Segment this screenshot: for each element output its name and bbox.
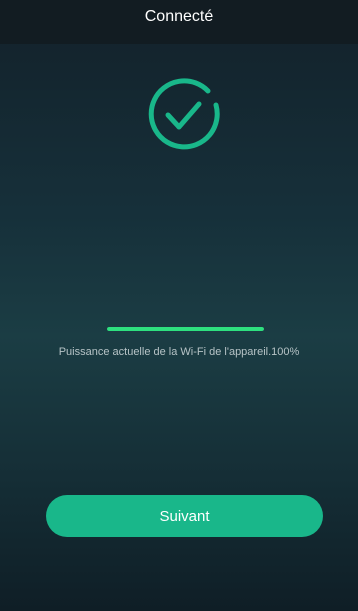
header-bar: Connecté bbox=[0, 0, 358, 44]
next-button[interactable]: Suivant bbox=[46, 495, 323, 537]
wifi-strength-bar-fill bbox=[107, 327, 264, 331]
wifi-strength-bar bbox=[107, 327, 264, 331]
page-title: Connecté bbox=[144, 8, 214, 25]
check-circle-icon bbox=[146, 77, 222, 153]
wifi-strength-label: Puissance actuelle de la Wi-Fi de l'appa… bbox=[58, 346, 300, 358]
